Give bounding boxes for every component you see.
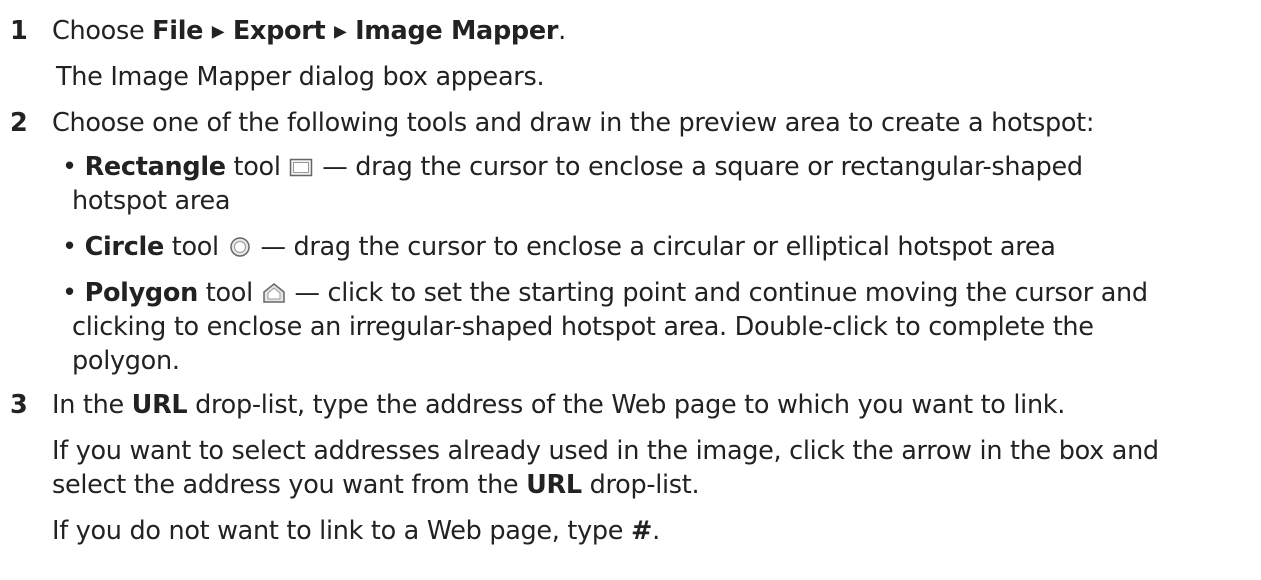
text: In the [52,390,132,420]
menu-image-mapper: Image Mapper [355,16,559,46]
text: drag the cursor to enclose a square or r… [355,152,1083,182]
bullet-rectangle-cont: hotspot area [72,186,231,216]
text: . [558,16,566,46]
step-3-para2: If you do not want to link to a Web page… [52,516,660,546]
menu-separator: ▸ [325,16,356,46]
text: — [286,278,328,308]
url-label: URL [526,470,582,500]
step-1-result: The Image Mapper dialog box appears. [56,62,545,92]
step-3-para1-line2: select the address you want from the URL… [52,470,700,500]
bullet-rectangle: • Rectangle tool — drag the cursor to en… [62,152,1083,182]
text: drag the cursor to enclose a circular or… [293,232,1056,262]
text: If you do not want to link to a Web page… [52,516,631,546]
text: tool [197,278,261,308]
url-label: URL [131,390,188,420]
step-3-instruction: In the URL drop-list, type the address o… [52,390,1065,420]
bullet: • [62,152,77,182]
bullet-circle: • Circle tool — drag the cursor to enclo… [62,232,1056,262]
hash-symbol: # [631,516,653,546]
text: — [314,152,356,182]
tool-label: Circle [84,232,165,262]
bullet-polygon: • Polygon tool — click to set the starti… [62,278,1148,308]
text: Choose [52,16,153,46]
text: drop-list. [581,470,700,500]
text: select the address you want from the [52,470,527,500]
text: click to set the starting point and cont… [327,278,1148,308]
step-3-para1-line1: If you want to select addresses already … [52,436,1159,466]
text: tool [225,152,289,182]
step-number: 1 [10,16,28,46]
step-2-instruction: Choose one of the following tools and dr… [52,108,1095,138]
bullet: • [62,232,77,262]
circle-tool-icon [228,236,252,258]
text: — [252,232,294,262]
step-1-instruction: Choose File ▸ Export ▸ Image Mapper. [52,16,566,46]
bullet-polygon-cont: clicking to enclose an irregular-shaped … [72,312,1094,342]
menu-separator: ▸ [203,16,233,46]
menu-file: File [152,16,204,46]
step-number: 3 [10,390,28,420]
tool-label: Rectangle [84,152,226,182]
bullet-polygon-cont: polygon. [72,346,180,376]
rectangle-tool-icon [289,156,313,178]
bullet: • [62,278,77,308]
step-number: 2 [10,108,28,138]
text: tool [163,232,227,262]
text: drop-list, type the address of the Web p… [187,390,1066,420]
tool-label: Polygon [84,278,199,308]
polygon-tool-icon [262,282,286,304]
text: . [652,516,660,546]
menu-export: Export [232,16,326,46]
